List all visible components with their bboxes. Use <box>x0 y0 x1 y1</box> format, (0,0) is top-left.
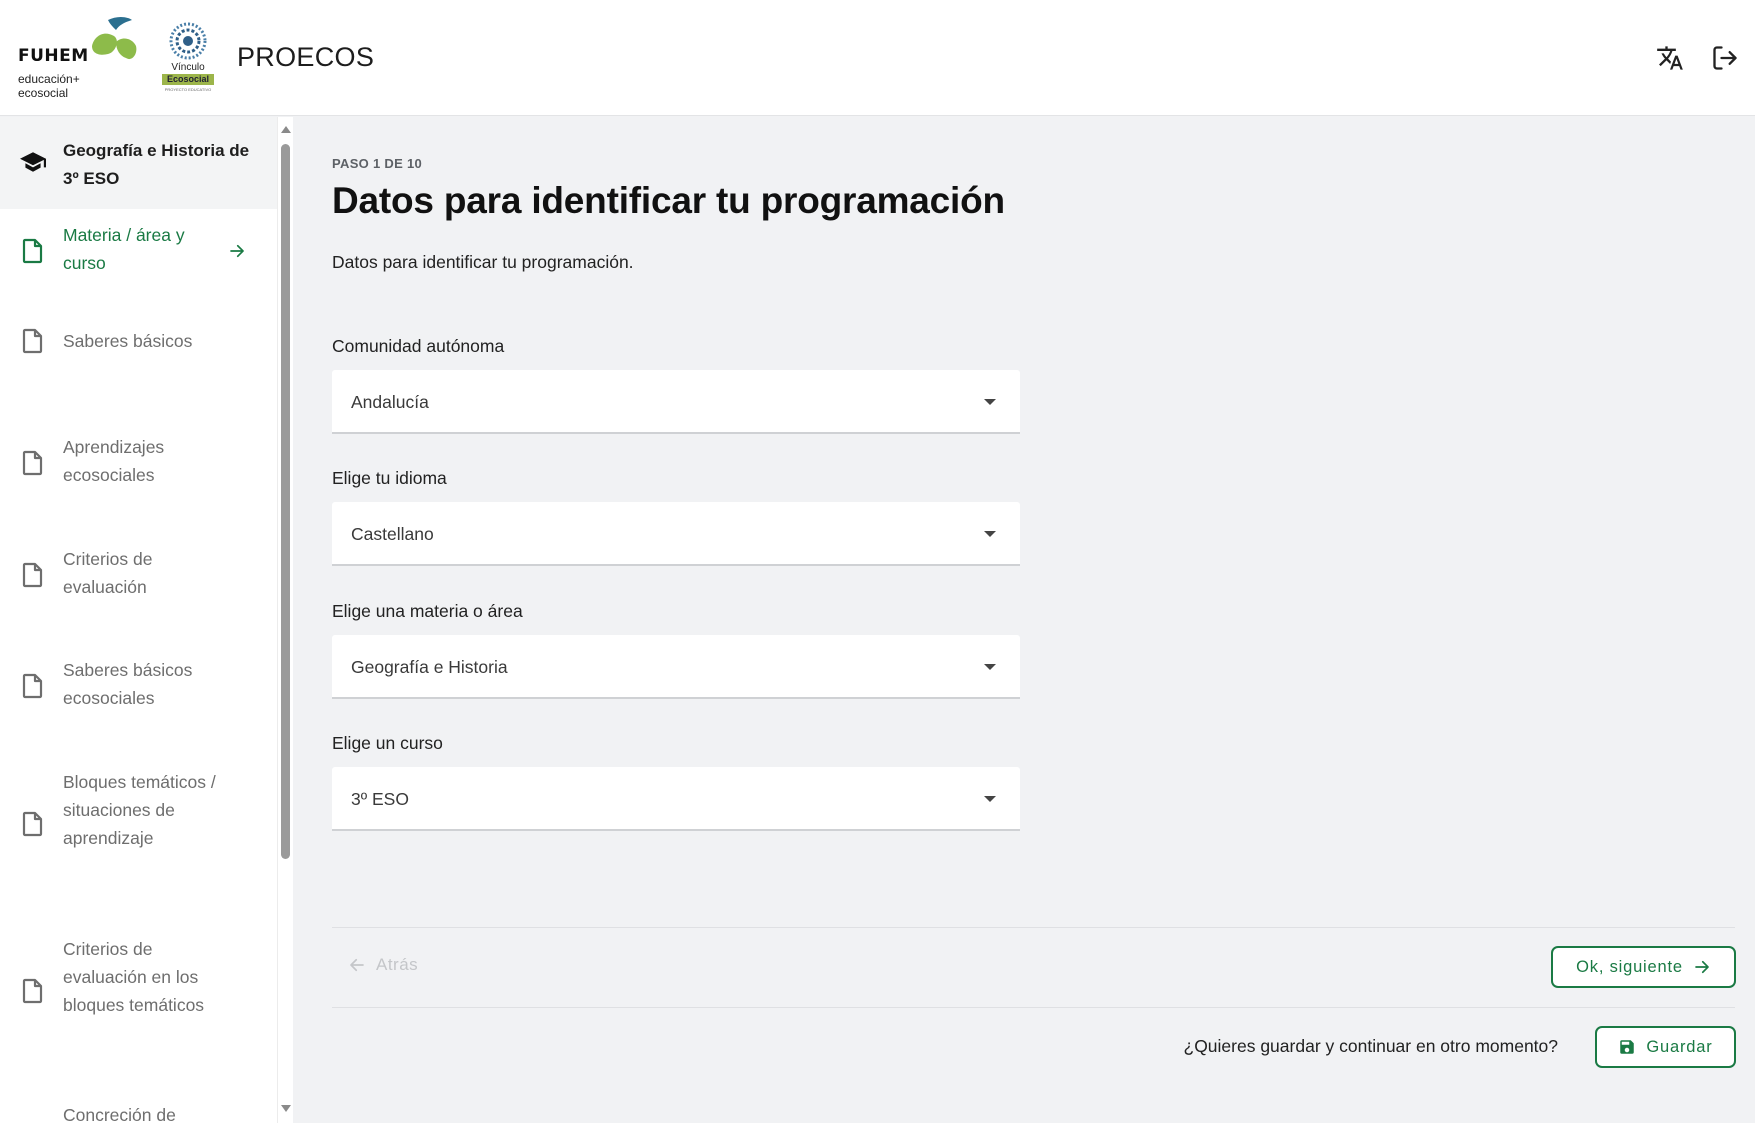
fuhem-logo: FUHEM educación+ ecosocial <box>16 16 142 100</box>
document-icon <box>22 238 43 264</box>
document-icon <box>22 978 43 1004</box>
next-label: Ok, siguiente <box>1576 957 1683 976</box>
sidebar-item-bloques-tematicos[interactable]: Bloques temáticos / situaciones de apren… <box>0 768 277 880</box>
arrow-left-icon <box>350 958 364 972</box>
save-question: ¿Quieres guardar y continuar en otro mom… <box>1183 1036 1559 1056</box>
select-value: Geografía e Historia <box>351 657 508 677</box>
vinculo-ecosocial-logo: Vínculo Ecosocial PROYECTO EDUCATIVO <box>160 22 216 94</box>
sidebar-item-aprendizajes-ecosociales[interactable]: Aprendizajes ecosociales <box>0 433 277 493</box>
caret-down-icon <box>984 664 996 670</box>
sidebar-item-label: Saberes básicos ecosociales <box>63 660 193 708</box>
document-icon <box>22 328 43 354</box>
comunidad-label: Comunidad autónoma <box>332 336 505 356</box>
curso-label: Elige un curso <box>332 733 443 753</box>
sidebar-item-label: Concreción de <box>63 1105 176 1123</box>
step-indicator: PASO 1 DE 10 <box>332 156 423 171</box>
divider <box>332 927 1735 928</box>
floppy-disk-icon <box>1620 1040 1635 1054</box>
sidebar-item-saberes-basicos-ecosociales[interactable]: Saberes básicos ecosociales <box>0 656 277 716</box>
fuhem-brand-text: FUHEM <box>18 46 89 66</box>
idioma-label: Elige tu idioma <box>332 468 447 488</box>
vinculo-sun-icon <box>169 22 207 60</box>
sidebar-item-label: Bloques temáticos / situaciones de apren… <box>63 772 216 848</box>
scrollbar-thumb[interactable] <box>281 144 290 859</box>
select-value: Castellano <box>351 524 434 544</box>
arrow-right-icon <box>230 244 244 258</box>
document-icon <box>22 562 43 588</box>
course-title: Geografía e Historia de 3º ESO <box>63 141 250 188</box>
idioma-select[interactable]: Castellano <box>332 502 1020 566</box>
sidebar-item-criterios-evaluacion[interactable]: Criterios de evaluación <box>0 545 277 605</box>
caret-down-icon <box>984 399 996 405</box>
translate-icon <box>1657 46 1683 70</box>
caret-down-icon <box>984 796 996 802</box>
select-value: 3º ESO <box>351 789 409 809</box>
caret-down-icon <box>984 531 996 537</box>
logout-button[interactable] <box>1707 40 1743 76</box>
document-icon <box>22 450 43 476</box>
course-header: Geografía e Historia de 3º ESO <box>0 117 277 209</box>
translate-button[interactable] <box>1652 40 1688 76</box>
app-title: PROECOS <box>237 42 375 72</box>
page-title: Datos para identificar tu programación <box>332 180 1005 221</box>
logout-icon <box>1713 46 1737 70</box>
materia-select[interactable]: Geografía e Historia <box>332 635 1020 699</box>
sidebar-scrollbar[interactable] <box>277 117 293 1123</box>
divider <box>332 1007 1735 1008</box>
sidebar-item-label: Criterios de evaluación <box>63 549 153 597</box>
document-icon <box>22 811 43 837</box>
next-button[interactable]: Ok, siguiente <box>1551 946 1736 988</box>
sidebar-item-criterios-bloques[interactable]: Criterios de evaluación en los bloques t… <box>0 935 277 1047</box>
sidebar-item-label: Saberes básicos <box>63 331 193 351</box>
sidebar-item-label: Criterios de evaluación en los bloques t… <box>63 939 205 1015</box>
sidebar-item-label: Materia / área y curso <box>63 225 185 273</box>
document-icon <box>22 673 43 699</box>
sidebar-item-label: Aprendizajes ecosociales <box>63 437 165 485</box>
curso-select[interactable]: 3º ESO <box>332 767 1020 831</box>
back-label: Atrás <box>376 955 419 974</box>
sidebar-item-saberes-basicos[interactable]: Saberes básicos <box>0 321 277 361</box>
fuhem-sub-text: educación+ ecosocial <box>18 72 80 100</box>
graduation-cap-icon <box>20 152 46 172</box>
page-description: Datos para identificar tu programación. <box>332 252 634 272</box>
comunidad-select[interactable]: Andalucía <box>332 370 1020 434</box>
sidebar: Geografía e Historia de 3º ESO Materia /… <box>0 117 277 1123</box>
arrow-right-icon <box>1695 960 1709 974</box>
scroll-down-arrow-icon[interactable] <box>281 1105 291 1112</box>
sidebar-item-materia-curso[interactable]: Materia / área y curso <box>0 221 277 281</box>
fuhem-leaf-icon <box>92 17 137 60</box>
save-button[interactable]: Guardar <box>1595 1026 1736 1068</box>
save-label: Guardar <box>1646 1037 1713 1056</box>
scroll-up-arrow-icon[interactable] <box>281 126 291 133</box>
back-button[interactable]: Atrás <box>348 955 418 975</box>
materia-label: Elige una materia o área <box>332 601 523 621</box>
sidebar-item-concrecion[interactable]: Concreción de <box>0 1101 277 1123</box>
app-header: FUHEM educación+ ecosocial Vínculo Ecosoc… <box>0 0 1755 116</box>
select-value: Andalucía <box>351 392 429 412</box>
